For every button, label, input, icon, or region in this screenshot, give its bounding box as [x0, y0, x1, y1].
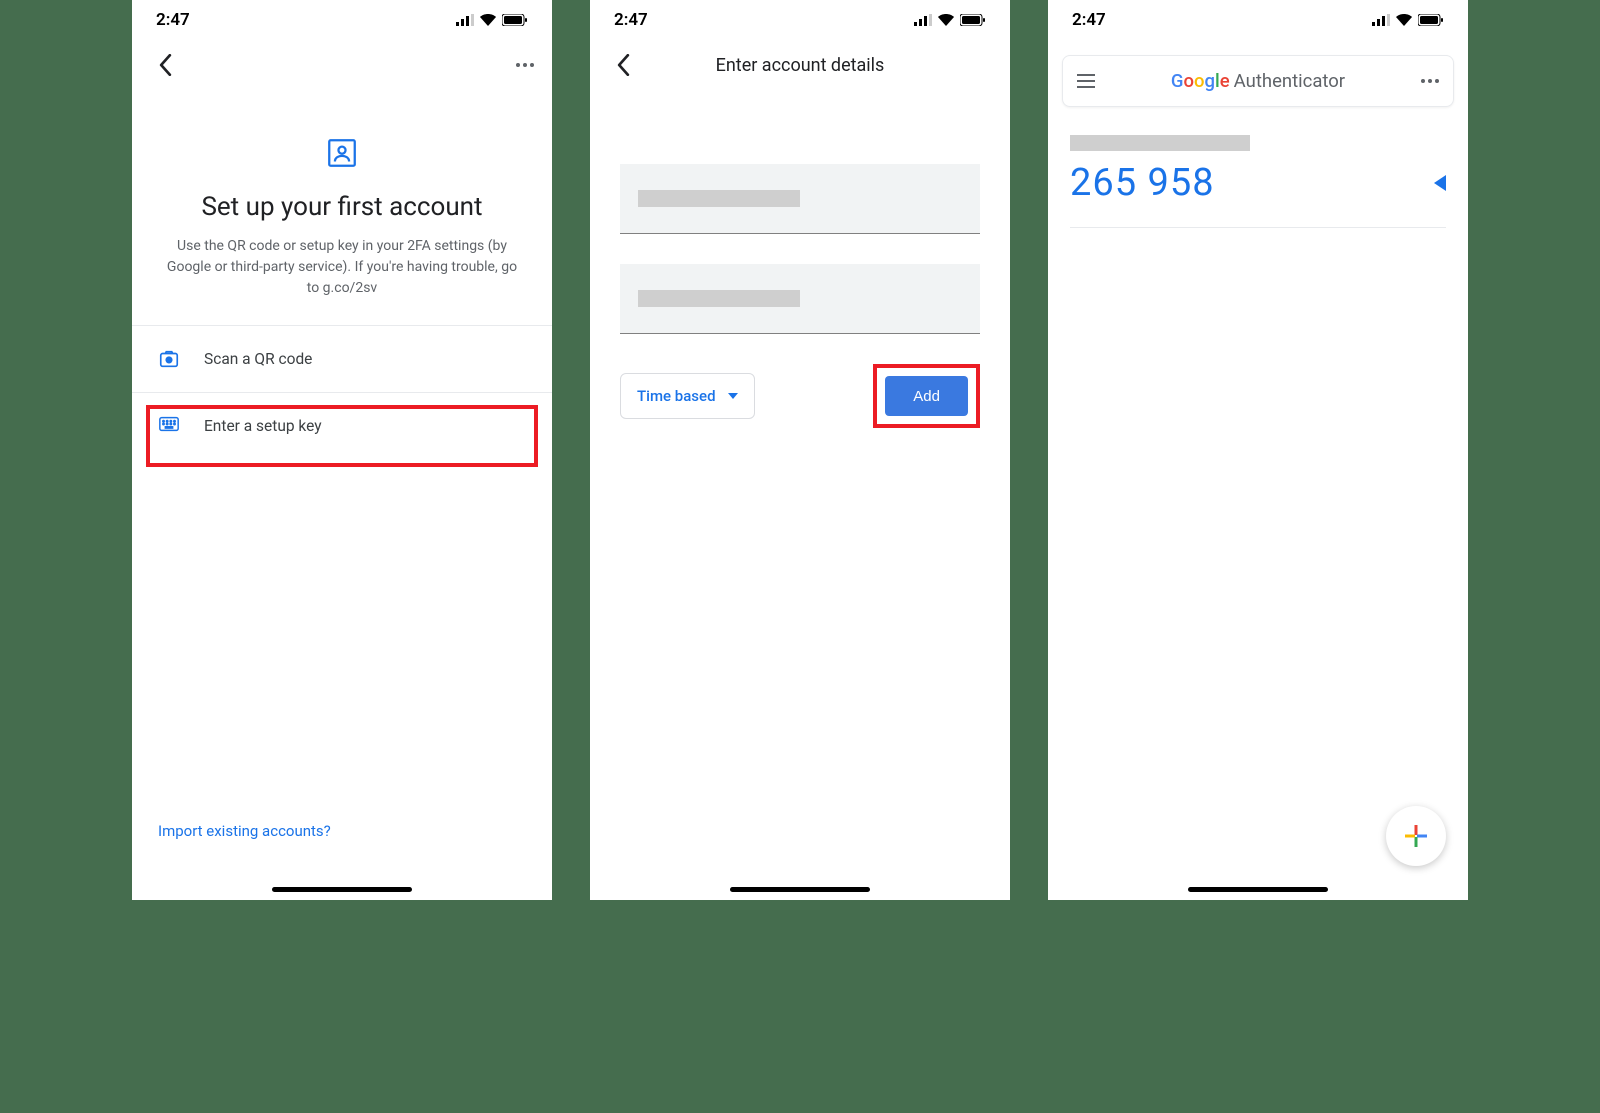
option-enter-key[interactable]: Enter a setup key [132, 393, 552, 459]
back-button[interactable] [608, 50, 638, 80]
home-indicator [1188, 887, 1328, 892]
page-title: Enter account details [716, 55, 885, 76]
chevron-down-icon [728, 393, 738, 399]
import-link[interactable]: Import existing accounts? [158, 822, 331, 840]
add-account-fab[interactable] [1386, 806, 1446, 866]
wifi-icon [480, 14, 496, 26]
battery-icon [502, 14, 528, 26]
camera-icon [158, 348, 180, 370]
header-row: Enter account details [590, 40, 1010, 90]
header-row [132, 40, 552, 90]
back-button[interactable] [150, 50, 180, 80]
setup-title: Set up your first account [158, 192, 526, 222]
cellular-icon [456, 14, 474, 26]
cellular-icon [914, 14, 932, 26]
battery-icon [960, 14, 986, 26]
type-dropdown[interactable]: Time based [620, 373, 755, 419]
status-time: 2:47 [156, 10, 190, 30]
app-brand: Google Authenticator [1171, 70, 1345, 92]
status-bar: 2:47 [132, 0, 552, 40]
keyboard-icon [158, 415, 180, 437]
otp-code: 265 958 [1070, 161, 1215, 205]
status-icons [914, 14, 986, 26]
phone-code-screen: 2:47 Google Authenticator 265 958 [1048, 0, 1468, 900]
chevron-left-icon [617, 54, 630, 76]
secret-key-input[interactable] [620, 264, 980, 334]
add-button-label: Add [913, 388, 940, 405]
wifi-icon [1396, 14, 1412, 26]
highlight-add-button: Add [873, 364, 980, 428]
home-indicator [272, 887, 412, 892]
option-key-label: Enter a setup key [204, 417, 322, 435]
overflow-menu-button[interactable] [1421, 79, 1439, 83]
menu-button[interactable] [1077, 74, 1095, 88]
account-name-input[interactable] [620, 164, 980, 234]
status-icons [456, 14, 528, 26]
status-bar: 2:47 [1048, 0, 1468, 40]
brand-suffix: Authenticator [1234, 70, 1345, 92]
wifi-icon [938, 14, 954, 26]
redacted-text [638, 190, 800, 207]
overflow-menu-button[interactable] [516, 63, 534, 67]
option-scan-qr[interactable]: Scan a QR code [132, 326, 552, 393]
code-row[interactable]: 265 958 [1070, 161, 1446, 228]
app-header: Google Authenticator [1062, 55, 1454, 107]
status-bar: 2:47 [590, 0, 1010, 40]
battery-icon [1418, 14, 1444, 26]
status-time: 2:47 [1072, 10, 1106, 30]
chevron-left-icon [159, 54, 172, 76]
account-icon [325, 136, 359, 170]
option-scan-label: Scan a QR code [204, 350, 312, 368]
timer-icon [1434, 175, 1446, 191]
status-icons [1372, 14, 1444, 26]
plus-icon [1403, 823, 1429, 849]
phone-setup-screen: 2:47 Set up your firs [132, 0, 552, 900]
home-indicator [730, 887, 870, 892]
redacted-text [638, 290, 800, 307]
dropdown-label: Time based [637, 387, 716, 405]
status-time: 2:47 [614, 10, 648, 30]
setup-description: Use the QR code or setup key in your 2FA… [158, 236, 526, 299]
add-button[interactable]: Add [885, 376, 968, 416]
cellular-icon [1372, 14, 1390, 26]
account-label-redacted [1070, 135, 1250, 151]
phone-enter-details-screen: 2:47 Enter account details Time base [590, 0, 1010, 900]
